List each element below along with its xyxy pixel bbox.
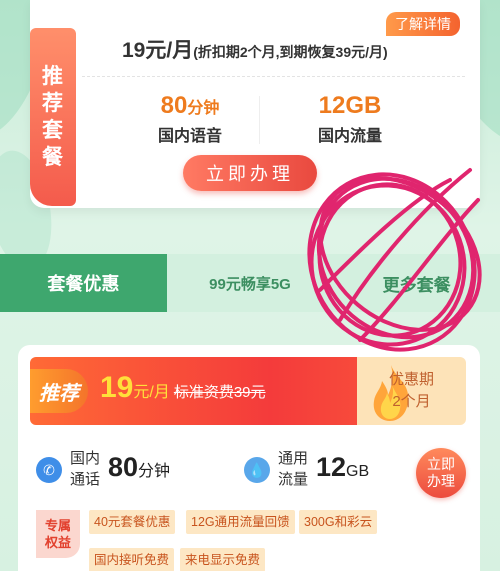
divider [82, 76, 465, 77]
feature-data: 12GB 国内流量 [317, 92, 382, 145]
apply-offer-button[interactable]: 立即 办理 [416, 448, 466, 498]
offer-price: 19元/月 标准资费39元 [100, 371, 266, 404]
benefit-chip: 12G通用流量回馈 [186, 510, 295, 534]
detail-link[interactable]: 了解详情 [386, 12, 460, 36]
benefit-chip: 300G和彩云 [299, 510, 378, 534]
feature-voice: 80分钟 国内语音 [157, 92, 222, 145]
plan-price: 19元/月(折扣期2个月,到期恢复39元/月) [122, 34, 388, 64]
tab-more-plans[interactable]: 更多套餐 [333, 254, 500, 312]
exclusive-rights-tag: 专属 权益 [36, 510, 80, 558]
apply-now-button[interactable]: 立即办理 [183, 155, 317, 191]
benefit-chip: 来电显示免费 [180, 548, 266, 571]
standard-price: 标准资费39元 [173, 384, 266, 401]
plan-price-main: 19元/月 [122, 39, 194, 62]
recommended-plan-tag: 推 荐 套 餐 [30, 28, 76, 206]
benefit-chip: 40元套餐优惠 [89, 510, 176, 534]
plan-price-note: (折扣期2个月,到期恢复39元/月) [193, 44, 388, 60]
recommend-badge: 推荐 [30, 369, 88, 413]
benefit-chip: 国内接听免费 [89, 548, 175, 571]
divider [259, 96, 260, 144]
offer-banner: 推荐 19元/月 标准资费39元 优惠期 2个月 [30, 357, 466, 425]
phone-icon: ✆ [36, 457, 62, 483]
discount-period: 优惠期 2个月 [388, 371, 434, 410]
tab-plan-offers[interactable]: 套餐优惠 [0, 254, 167, 312]
plan-tabs: 套餐优惠 99元畅享5G 更多套餐 [0, 254, 500, 312]
water-drop-icon: 💧 [244, 457, 270, 483]
tab-99-5g[interactable]: 99元畅享5G [167, 254, 334, 312]
